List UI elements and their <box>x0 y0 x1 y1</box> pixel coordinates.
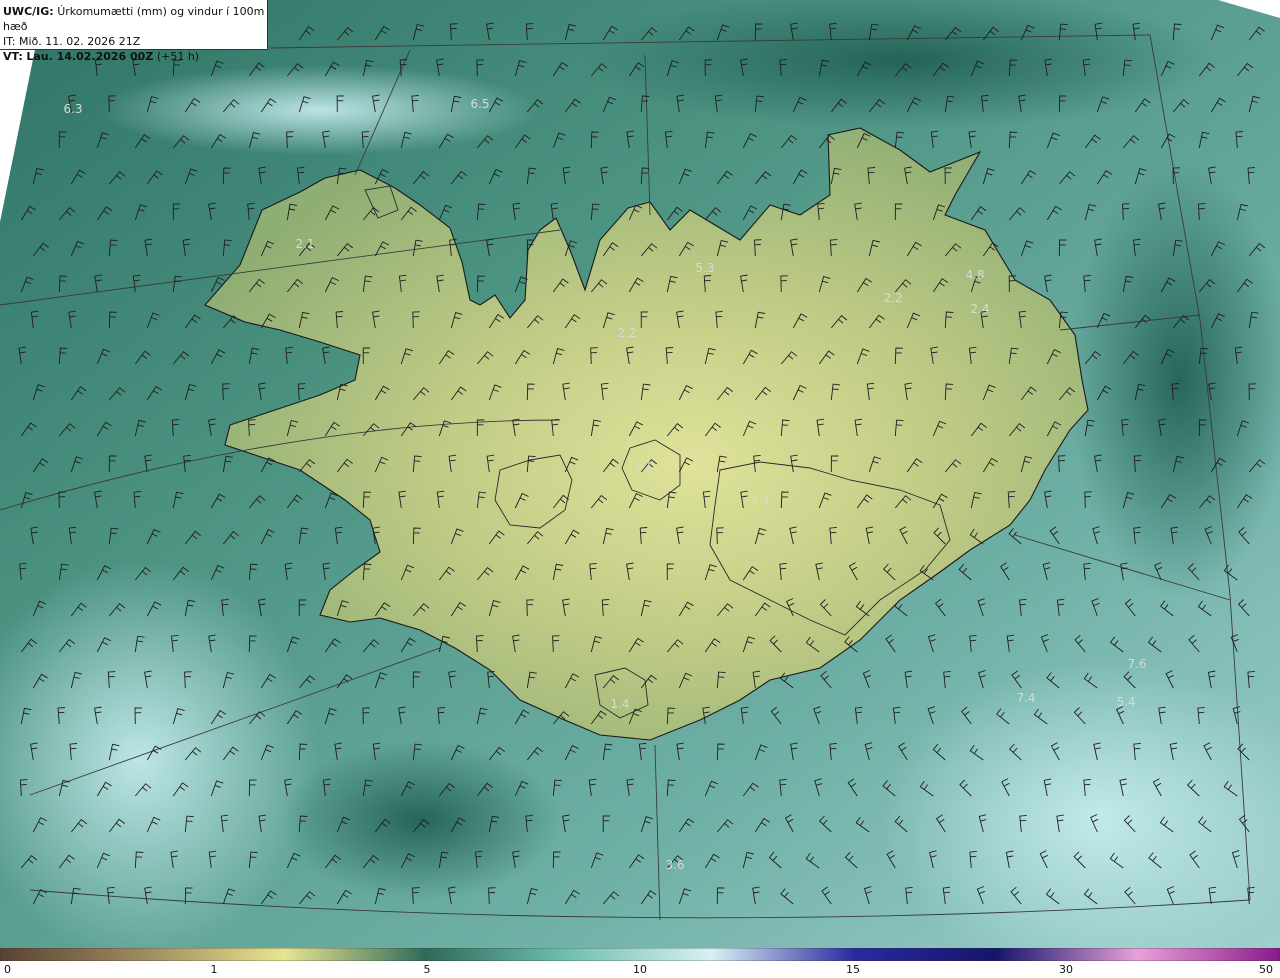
colorbar-tick: 10 <box>633 963 647 976</box>
product-code: UWC/IG: <box>3 5 54 18</box>
precip-value-label: 1.1 <box>751 493 770 507</box>
precip-value-label: 2.2 <box>883 291 902 305</box>
forecast-hour: (+51 h) <box>156 50 200 63</box>
valid-prefix: VT: <box>3 50 23 63</box>
precip-value-label: 5.4 <box>1116 695 1135 709</box>
colorbar-tick: 0 <box>4 963 11 976</box>
colorbar-tick: 30 <box>1059 963 1073 976</box>
precip-value-label: 7.4 <box>1016 691 1035 705</box>
colorbar-tick: 5 <box>423 963 431 976</box>
product-title: UWC/IG: Úrkomumætti (mm) og vindur í 100… <box>3 4 267 34</box>
colorbar-tick: 1 <box>210 963 218 976</box>
colorbar-ticks: 0 1 5 10 15 30 50 <box>0 962 1280 978</box>
precip-value-label: 1.4 <box>610 697 629 711</box>
colorbar-tick: 15 <box>846 963 860 976</box>
precip-value-label: 7.6 <box>1127 657 1146 671</box>
valid-time-line: VT: Lau. 14.02.2026 00Z (+51 h) <box>3 49 267 64</box>
colorbar-tick: 50 <box>1259 963 1273 976</box>
precipitation-colorbar <box>0 948 1280 961</box>
valid-time: Lau. 14.02.2026 00Z <box>26 50 154 63</box>
precip-value-label: 1.1 <box>633 458 652 472</box>
precip-value-label: 6.3 <box>63 102 82 116</box>
precip-value-label: 2.4 <box>970 302 989 316</box>
map-header: UWC/IG: Úrkomumætti (mm) og vindur í 100… <box>0 0 268 63</box>
precip-value-label: 4.8 <box>965 268 984 282</box>
precip-value-label: 3.6 <box>665 858 684 872</box>
initial-time: IT: Mið. 11. 02. 2026 21Z <box>3 35 141 48</box>
precip-value-label: 6.5 <box>470 97 489 111</box>
precip-value-label: 5.3 <box>695 261 714 275</box>
precip-value-label: 2.1 <box>295 237 314 251</box>
precipitation-wind-map: 6.3 6.5 2.1 5.3 2.2 2.2 4.8 2.4 1.1 1.1 1.4 7.6 7.4 5… <box>0 0 1280 948</box>
dark-precip-area <box>1070 160 1280 600</box>
dark-precip-area <box>280 740 560 900</box>
precip-value-label: 2.2 <box>617 326 636 340</box>
